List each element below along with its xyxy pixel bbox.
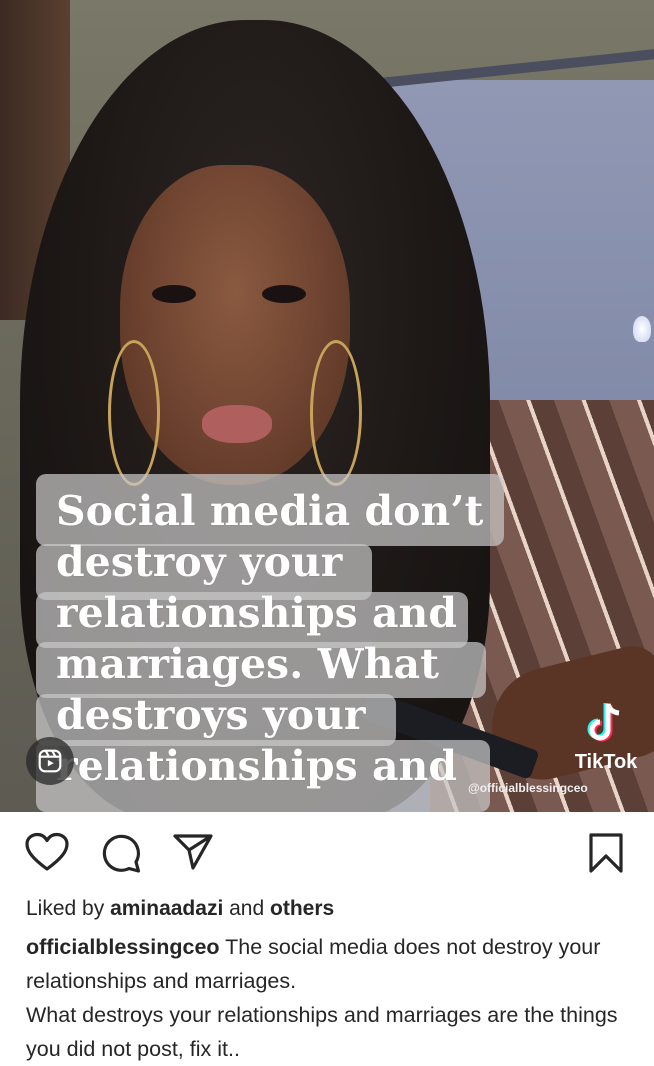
caption-line: destroy your	[56, 538, 343, 586]
share-icon[interactable]	[172, 832, 214, 872]
comment-icon[interactable]	[100, 832, 142, 874]
earring-left	[108, 340, 160, 486]
reels-icon[interactable]	[26, 737, 74, 785]
tiktok-watermark: TikTok	[566, 700, 646, 774]
earring-right	[310, 340, 362, 486]
liked-by-others-link[interactable]: others	[270, 897, 334, 920]
bookmark-icon[interactable]	[588, 832, 624, 874]
eye-left	[152, 285, 196, 303]
liked-by-user-link[interactable]: aminaadazi	[110, 897, 223, 920]
mouth	[202, 405, 272, 443]
tiktok-logo-icon	[587, 703, 620, 742]
background-lamp	[633, 316, 651, 342]
eye-right	[262, 285, 306, 303]
heart-icon[interactable]	[24, 832, 70, 872]
caption-paragraph-1: officialblessingceo The social media doe…	[26, 930, 636, 998]
tiktok-brand: TikTok	[574, 751, 638, 773]
caption-username[interactable]: officialblessingceo	[26, 935, 220, 959]
action-bar	[0, 812, 654, 892]
video-caption-overlay: Social media don’t destroy your relation…	[56, 486, 526, 792]
caption-line: relationships and	[56, 589, 458, 637]
liked-by-middle: and	[223, 897, 270, 920]
tiktok-handle: @officialblessingceo	[468, 781, 588, 795]
caption-line: Social media don’t	[56, 487, 484, 535]
liked-by-text: Liked by aminaadazi and others	[26, 897, 334, 921]
caption-line: relationships and	[56, 742, 458, 790]
caption-text-2: What destroys your relationships and mar…	[26, 1003, 618, 1061]
post-media[interactable]: Social media don’t destroy your relation…	[0, 0, 654, 812]
liked-by-prefix: Liked by	[26, 897, 111, 920]
post-caption: officialblessingceo The social media doe…	[26, 930, 636, 1066]
caption-line: marriages. What	[56, 640, 440, 688]
caption-line: destroys your	[56, 691, 366, 739]
